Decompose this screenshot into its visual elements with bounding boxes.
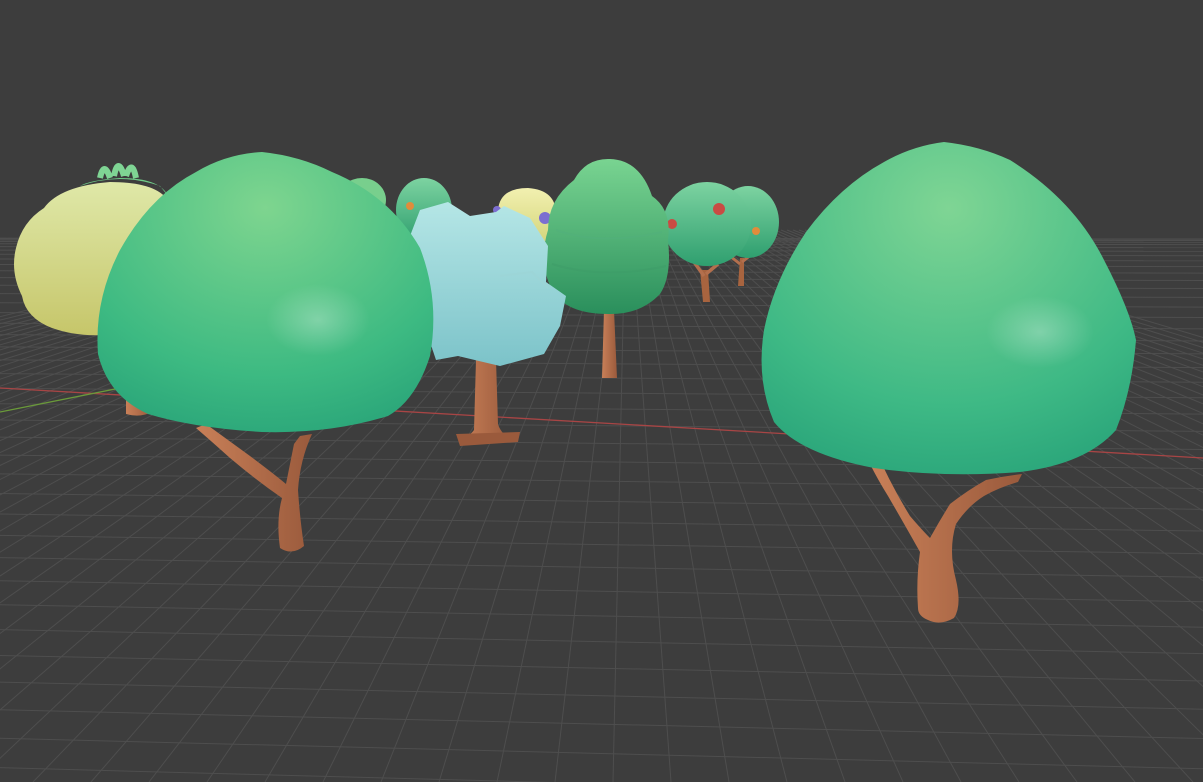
grid-line bbox=[0, 654, 1203, 682]
grid-line bbox=[0, 681, 1203, 710]
grid-line bbox=[0, 629, 1203, 655]
tree-tall-pine[interactable] bbox=[543, 158, 669, 378]
scene-canvas[interactable] bbox=[0, 0, 1203, 782]
grid-line bbox=[0, 473, 1203, 489]
grid-line bbox=[0, 767, 554, 782]
grid-line bbox=[0, 580, 1203, 603]
tree-round-large-right[interactable] bbox=[761, 142, 1136, 623]
tree-fruit-back-1[interactable] bbox=[663, 182, 751, 302]
grid-line bbox=[0, 604, 1203, 628]
grid-line bbox=[0, 737, 1203, 770]
grid-line bbox=[0, 513, 1203, 532]
tree-round-large-left[interactable] bbox=[97, 152, 434, 552]
grid-line bbox=[0, 534, 1203, 555]
grid-line bbox=[0, 709, 1203, 740]
grid-line bbox=[0, 557, 1203, 578]
tree-blocky-cyan[interactable] bbox=[410, 202, 566, 446]
3d-viewport[interactable] bbox=[0, 0, 1203, 782]
